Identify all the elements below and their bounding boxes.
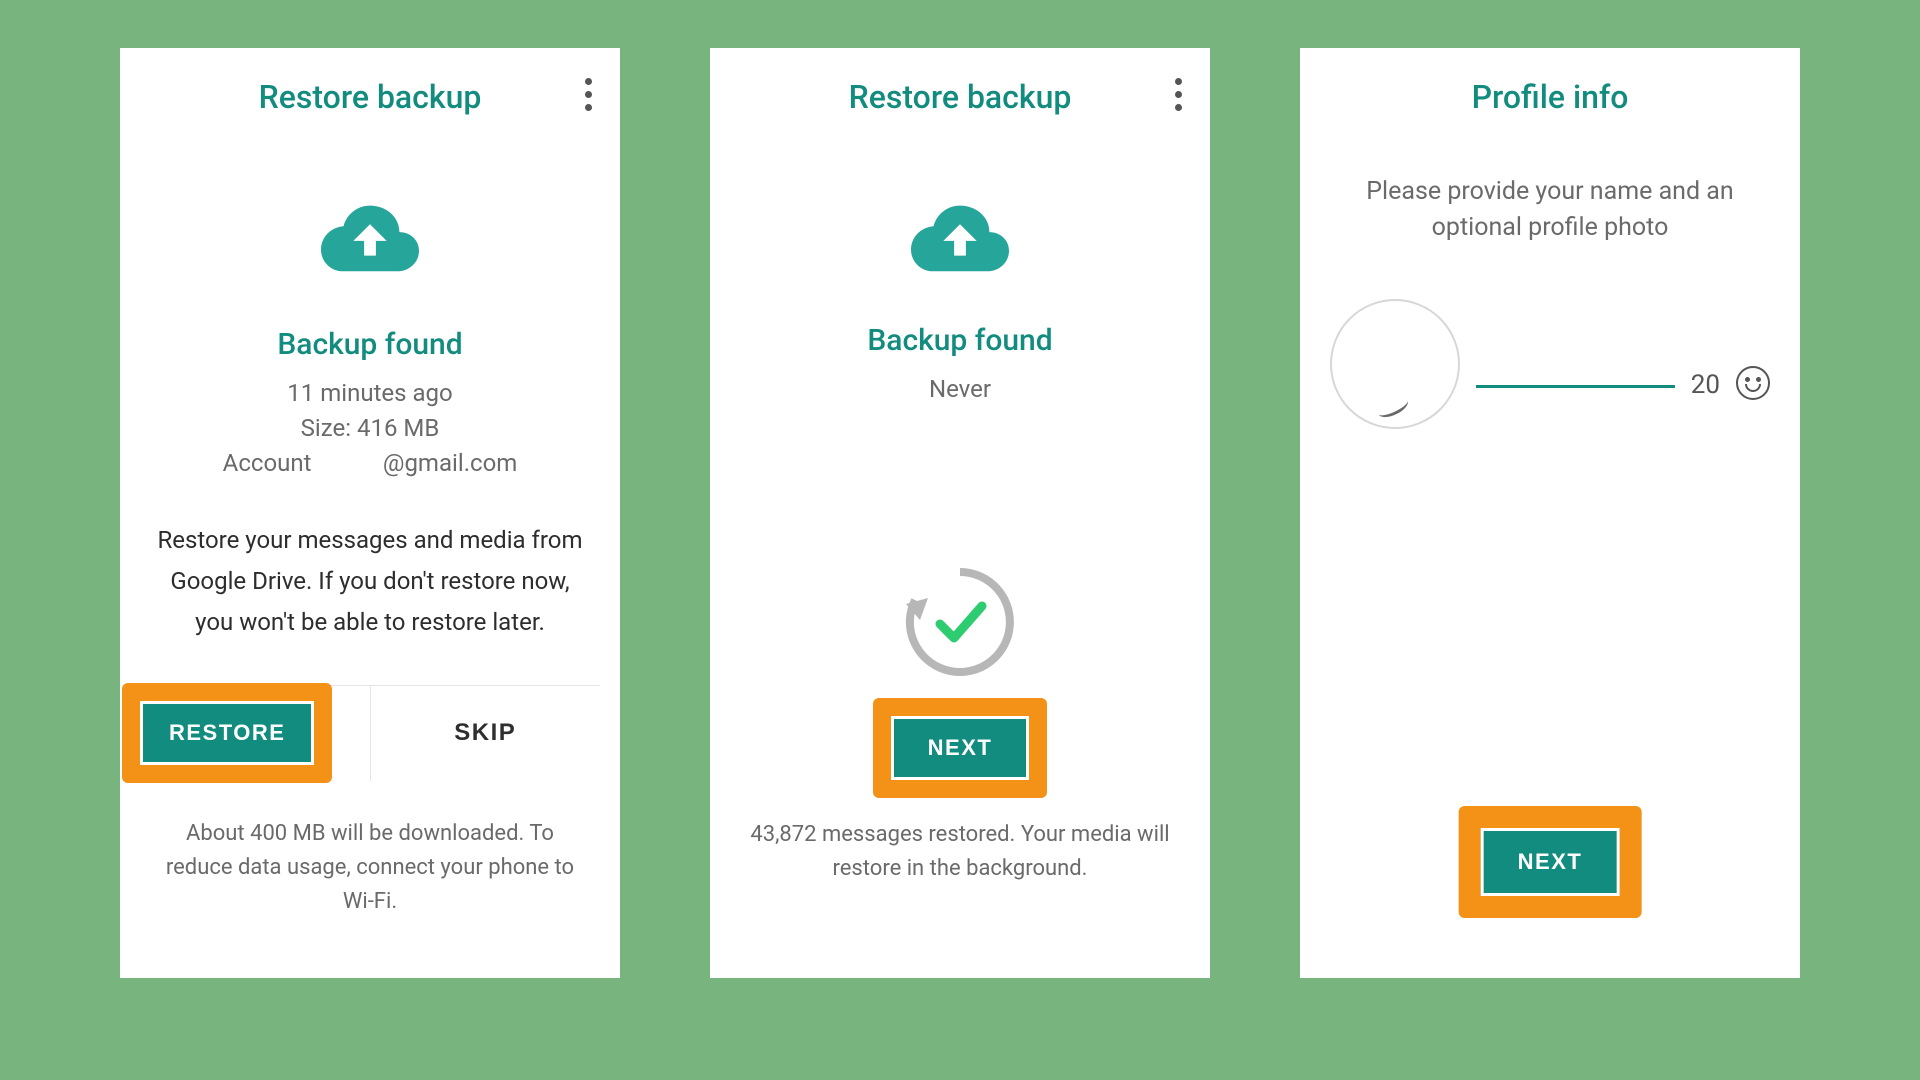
- page-title: Profile info: [1472, 78, 1629, 116]
- profile-subtitle: Please provide your name and an optional…: [1320, 174, 1780, 247]
- next-button[interactable]: NEXT: [1481, 828, 1620, 896]
- button-row: RESTORE SKIP: [140, 685, 600, 781]
- backup-size: Size: 416 MB: [223, 411, 518, 446]
- backup-meta: 11 minutes ago Size: 416 MB Account @gma…: [223, 376, 518, 480]
- page-title: Restore backup: [259, 78, 482, 116]
- backup-found-heading: Backup found: [277, 327, 462, 362]
- highlight-annotation: NEXT: [1459, 806, 1642, 918]
- cloud-upload-icon: [321, 201, 419, 277]
- restore-description: Restore your messages and media from Goo…: [140, 520, 600, 642]
- backup-account: Account @gmail.com: [223, 446, 518, 481]
- screen-restore-backup: Restore backup Backup found 11 minutes a…: [120, 48, 620, 978]
- restore-complete-icon: [900, 562, 1020, 686]
- backup-time: 11 minutes ago: [223, 376, 518, 411]
- restore-button[interactable]: RESTORE: [140, 701, 314, 765]
- profile-input-row: 20: [1320, 299, 1780, 429]
- skip-button[interactable]: SKIP: [454, 719, 516, 747]
- highlight-annotation: NEXT: [873, 698, 1048, 798]
- download-footnote: About 400 MB will be downloaded. To redu…: [140, 817, 600, 919]
- backup-found-heading: Backup found: [867, 323, 1052, 358]
- char-counter: 20: [1691, 370, 1720, 400]
- page-title: Restore backup: [849, 78, 1072, 116]
- more-options-icon[interactable]: [585, 78, 592, 111]
- name-input[interactable]: [1476, 385, 1675, 388]
- backup-meta: Never: [929, 372, 991, 407]
- next-button[interactable]: NEXT: [891, 716, 1030, 780]
- restore-status-footnote: 43,872 messages restored. Your media wil…: [730, 818, 1190, 886]
- screen-restore-progress: Restore backup Backup found Never NEXT 4…: [710, 48, 1210, 978]
- emoji-icon[interactable]: [1736, 366, 1770, 400]
- highlight-annotation: RESTORE: [122, 683, 332, 783]
- more-options-icon[interactable]: [1175, 78, 1182, 111]
- avatar-picker[interactable]: [1330, 299, 1460, 429]
- screen-profile-info: Profile info Please provide your name an…: [1300, 48, 1800, 978]
- cloud-upload-icon: [911, 201, 1009, 277]
